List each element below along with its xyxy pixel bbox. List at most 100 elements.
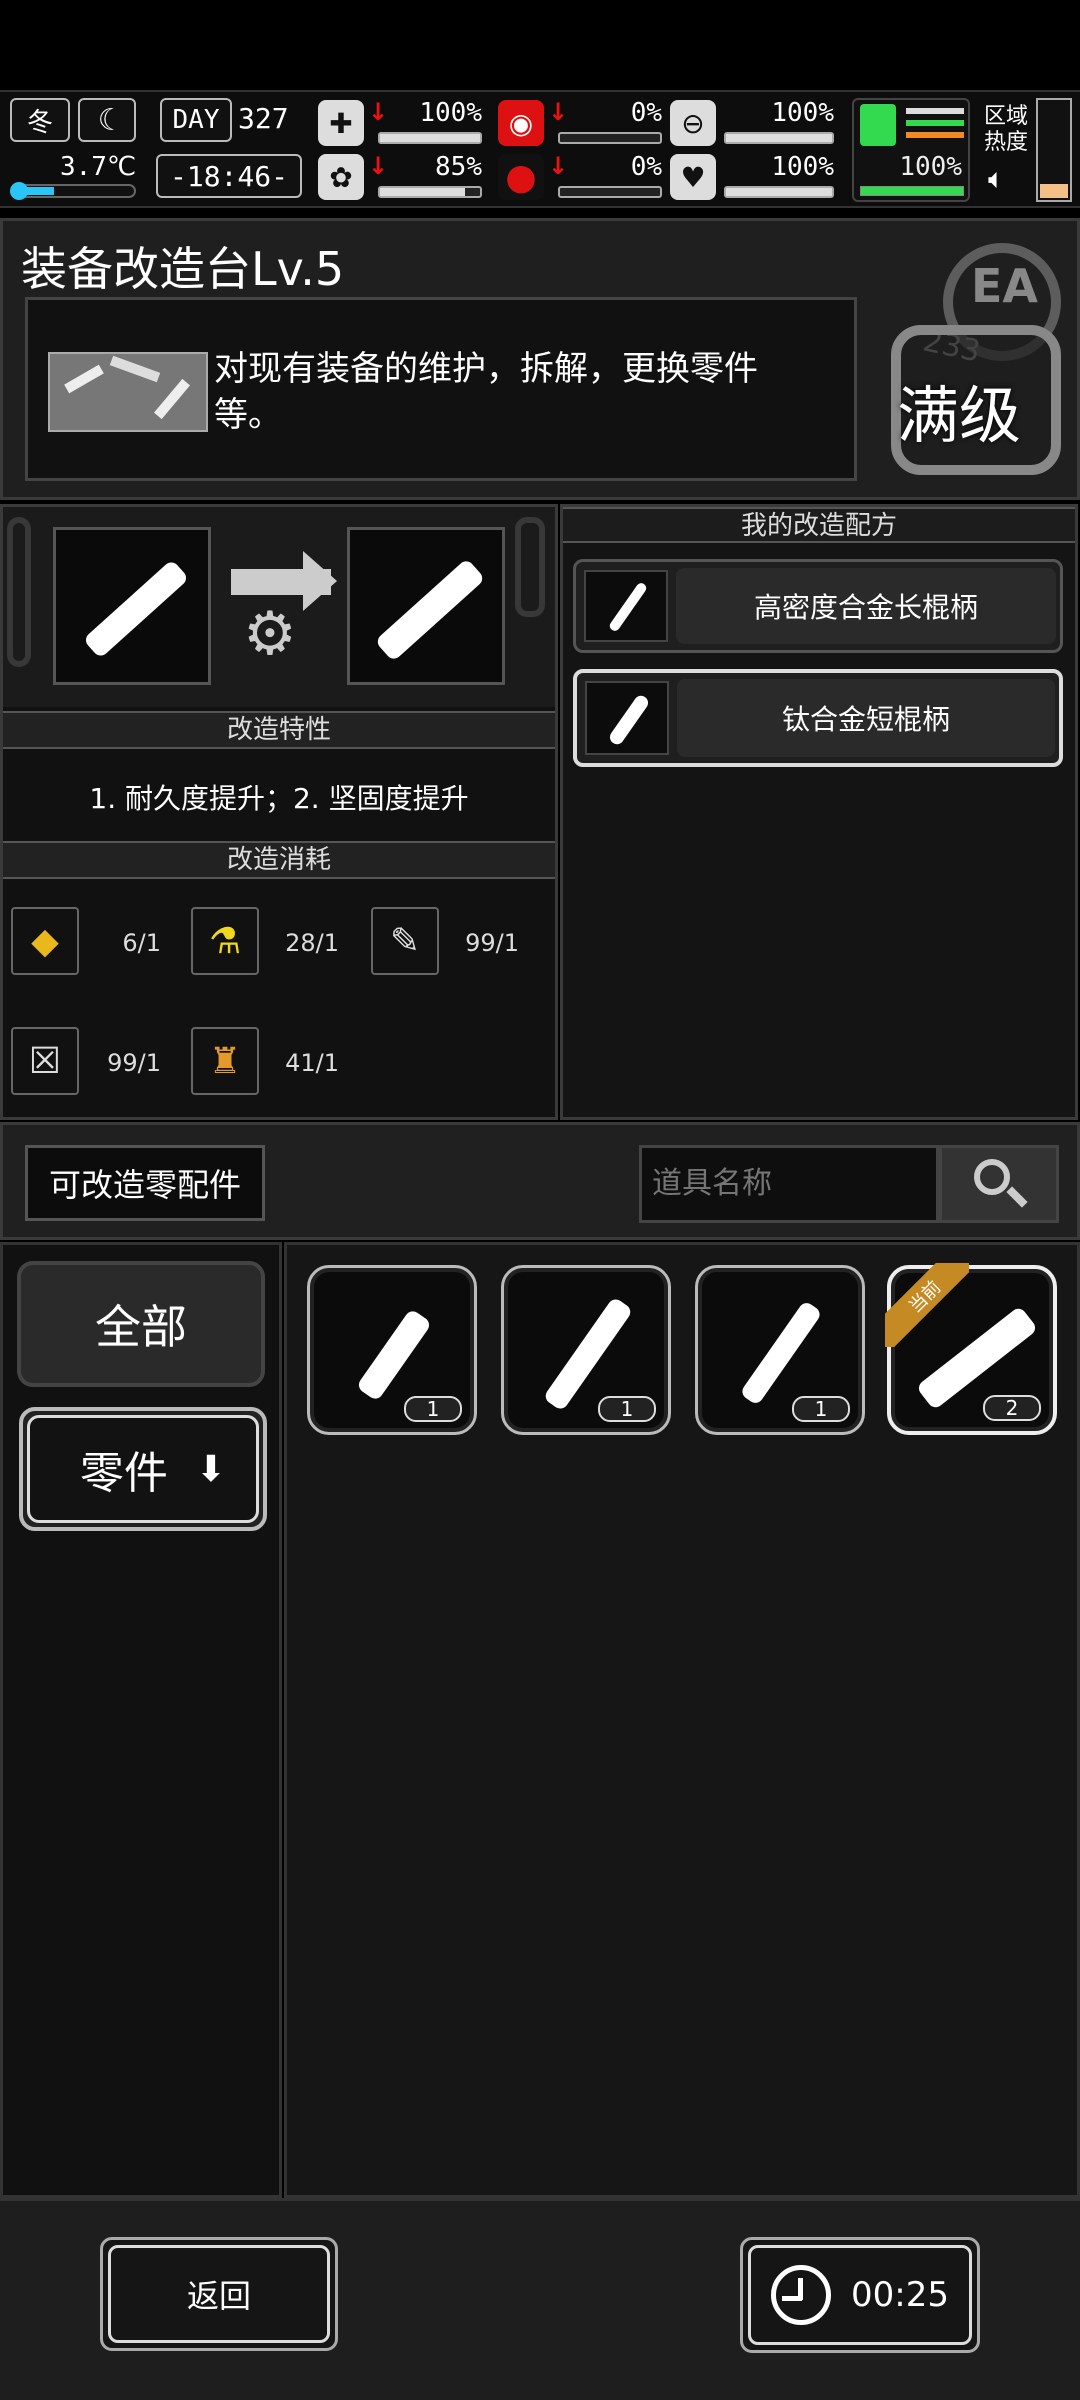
footer-bar: 返回 00:25	[0, 2198, 1080, 2400]
sanity-bar	[378, 186, 482, 198]
arrow-down-icon: ⬇	[195, 1448, 227, 1490]
season-label: 冬	[26, 107, 53, 138]
clock-icon	[771, 2265, 831, 2325]
cost-value: 6/1	[122, 929, 161, 957]
workbench-tools-image	[48, 352, 208, 432]
badge-top-text: EA	[971, 259, 1039, 313]
zone-heat-label: 区域 热度	[984, 104, 1028, 156]
temperature-label: 3.7℃	[60, 152, 137, 182]
fuel-icon: ◆	[11, 907, 79, 975]
stat-heart: ♥ 100%	[670, 152, 834, 202]
recipe-item-selected[interactable]: 钛合金短棍柄	[573, 669, 1063, 767]
result-item-slot[interactable]	[347, 527, 505, 685]
parts-grid: 1 1 1 当前 2	[284, 1242, 1080, 2198]
stomach-icon: ◉	[498, 100, 544, 146]
day-label: DAY	[172, 105, 220, 135]
search-button[interactable]	[939, 1145, 1059, 1223]
tube-icon	[542, 1296, 634, 1412]
back-button[interactable]: 返回	[100, 2237, 338, 2351]
back-label: 返回	[108, 2245, 330, 2343]
short-rod-icon	[585, 681, 669, 755]
recipe-label: 高密度合金长棍柄	[676, 568, 1056, 644]
temperature-gauge	[10, 182, 136, 200]
zone-heat-gauge	[1036, 98, 1072, 202]
recipes-panel: 我的改造配方 高密度合金长棍柄 钛合金短棍柄	[560, 504, 1078, 1120]
cost-value: 41/1	[285, 1049, 339, 1077]
item-count: 2	[983, 1395, 1041, 1421]
long-rod-icon	[584, 570, 668, 642]
hunger-bar	[558, 132, 662, 144]
item-count: 1	[404, 1396, 462, 1422]
down-arrow-icon: ↓	[548, 152, 569, 180]
stat-stomach: ⊖ 100%	[670, 98, 834, 148]
hunger-value: 0%	[630, 98, 662, 128]
stat-health: ✚ ↓ 100%	[318, 98, 482, 148]
moon-icon: ☾	[78, 98, 136, 142]
potion-icon: ♜	[191, 1027, 259, 1095]
search-input[interactable]	[639, 1145, 939, 1223]
cost-value: 99/1	[107, 1049, 161, 1077]
bowl-icon: ⊖	[670, 100, 716, 146]
timer-button[interactable]: 00:25	[740, 2237, 980, 2353]
stamina-value: 100%	[899, 152, 962, 182]
down-arrow-icon: ↓	[548, 98, 569, 126]
boot-icon	[860, 104, 896, 146]
item-count: 1	[598, 1396, 656, 1422]
thirst-value: 0%	[630, 152, 662, 182]
gears-icon: ⚙	[243, 599, 297, 669]
tube-icon	[374, 558, 486, 662]
search-icon	[972, 1157, 1028, 1211]
health-bar	[378, 132, 482, 144]
filter-all-tab[interactable]: 全部	[17, 1261, 265, 1387]
current-tag: 当前	[885, 1263, 969, 1347]
recipe-label: 钛合金短棍柄	[677, 679, 1055, 757]
heart-icon: ♥	[670, 154, 716, 200]
parts-toolbar: 可改造零配件	[0, 1122, 1080, 1240]
recipes-header: 我的改造配方	[563, 507, 1075, 543]
syringe-icon: ✎	[371, 907, 439, 975]
battery-icon: ☒	[11, 1027, 79, 1095]
sanity-value: 85%	[435, 152, 482, 182]
part-item[interactable]: 1	[307, 1265, 477, 1435]
brain-icon: ✿	[318, 154, 364, 200]
blood-drop-icon: ●	[498, 154, 544, 200]
clock-display: -18:46-	[156, 154, 302, 198]
parts-filter-sidebar: 全部 零件 ⬇	[0, 1242, 282, 2198]
tube-icon	[355, 1308, 433, 1402]
thirst-bar	[558, 186, 662, 198]
medkit-icon: ✚	[318, 100, 364, 146]
zone-label: 区域	[984, 104, 1029, 129]
stamina-bar	[860, 186, 964, 196]
down-arrow-icon: ↓	[368, 98, 389, 126]
recipe-item[interactable]: 高密度合金长棍柄	[573, 559, 1063, 653]
stat-hunger: ◉ ↓ 0%	[498, 98, 662, 148]
max-level-label: 满级	[897, 379, 1022, 452]
part-item[interactable]: 1	[501, 1265, 671, 1435]
part-item[interactable]: 1	[695, 1265, 865, 1435]
traits-text: 1. 耐久度提升；2. 坚固度提升	[89, 782, 469, 815]
cost-header: 改造消耗	[3, 841, 555, 879]
speaker-icon[interactable]: 🔈︎	[988, 162, 1005, 196]
source-item-slot[interactable]	[53, 527, 211, 685]
stomach-bar	[724, 132, 834, 144]
part-item-current[interactable]: 当前 2	[885, 1263, 1057, 1435]
day-badge: DAY	[160, 98, 232, 142]
upgrade-preview: ⚙	[3, 507, 555, 707]
health-value: 100%	[419, 98, 482, 128]
cost-value: 99/1	[465, 929, 519, 957]
stat-sanity: ✿ ↓ 85%	[318, 152, 482, 202]
stomach-value: 100%	[771, 98, 834, 128]
description-box: 对现有装备的维护，拆解，更换零件等。	[25, 297, 857, 481]
heat-label: 热度	[984, 130, 1029, 155]
tube-icon	[739, 1299, 823, 1407]
season-indicator: 冬	[10, 98, 70, 142]
stamina-panel: 100%	[852, 98, 970, 202]
item-count: 1	[792, 1396, 850, 1422]
current-tag-label: 当前	[885, 1263, 969, 1347]
timer-label: 00:25	[851, 2275, 949, 2315]
max-level-badge: EA 233 满级	[883, 233, 1073, 483]
status-bar: 冬 ☾ 3.7℃ DAY 327 -18:46- ✚ ↓ 100% ◉ ↓ 0%…	[0, 90, 1080, 208]
tube-icon	[82, 559, 190, 659]
time-label: -18:46-	[169, 159, 288, 193]
filter-parts-tab[interactable]: 零件 ⬇	[19, 1407, 267, 1531]
